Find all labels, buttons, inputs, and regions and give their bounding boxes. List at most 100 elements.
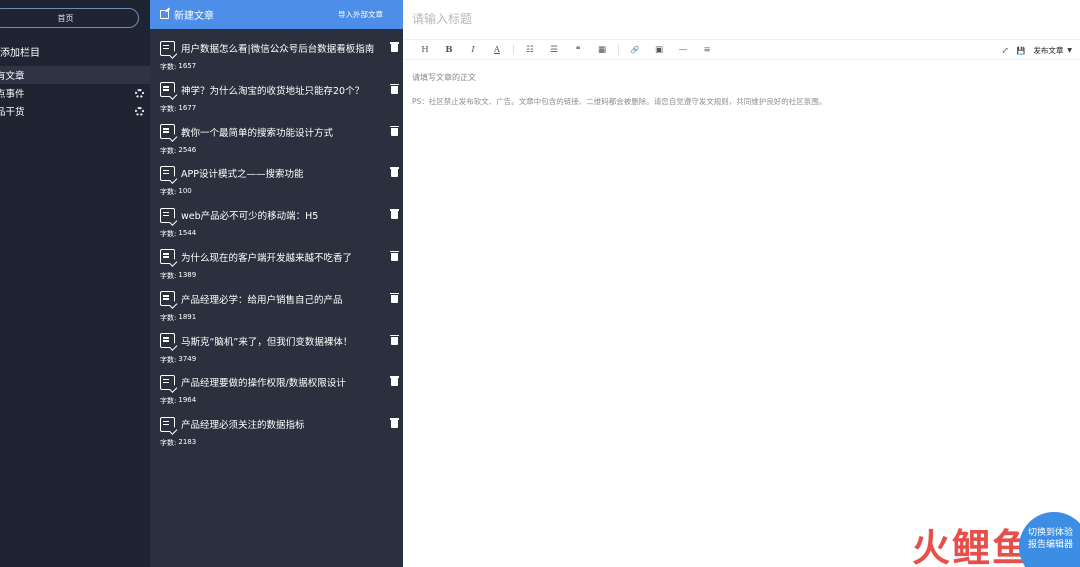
text-color-button[interactable]: A: [485, 45, 509, 55]
toolbar-divider: [618, 44, 619, 55]
word-count: 字数: 1657: [160, 62, 398, 72]
word-count-value: 1389: [178, 270, 197, 279]
column-item-articles[interactable]: 有文章: [0, 66, 150, 84]
column-list: 有文章 点事件 品干货: [0, 66, 150, 120]
column-label: 点事件: [0, 89, 25, 100]
trash-icon[interactable]: [390, 83, 399, 94]
article-item[interactable]: web产品必不可少的移动端：H5 字数: 1544: [150, 202, 403, 244]
article-title[interactable]: 马斯克“脑机”来了，但我们变数据裸体！: [181, 334, 385, 348]
document-edit-icon: [160, 416, 175, 432]
word-count: 字数: 3749: [160, 355, 398, 365]
document-edit-icon: [160, 374, 175, 390]
article-title[interactable]: web产品必不可少的移动端：H5: [181, 208, 385, 222]
article-title[interactable]: 为什么现在的客户端开发越来越不吃香了: [181, 250, 385, 264]
italic-button[interactable]: I: [461, 45, 485, 55]
save-icon[interactable]: 💾: [1017, 47, 1026, 55]
column-item-dry-goods[interactable]: 品干货: [0, 102, 150, 120]
article-row: 产品经理必须关注的数据指标: [160, 411, 399, 437]
import-article-link[interactable]: 导入外部文章: [338, 9, 383, 20]
trash-icon[interactable]: [390, 167, 399, 178]
article-list-header: 新建文章 导入外部文章: [150, 0, 403, 29]
align-icon[interactable]: ≡: [695, 45, 719, 55]
document-edit-icon: [160, 165, 175, 181]
trash-icon[interactable]: [390, 418, 399, 429]
article-item[interactable]: APP设计模式之——搜索功能 字数: 100: [150, 160, 403, 202]
trash-icon[interactable]: [390, 125, 399, 136]
document-edit-icon: [160, 249, 175, 265]
switch-editor-line1: 切换到体验: [1028, 528, 1074, 538]
article-title[interactable]: 产品经理必学：给用户销售自己的产品: [181, 292, 385, 306]
document-edit-icon: [160, 207, 175, 223]
column-sidebar: 首页 添加栏目 有文章 点事件 品干货: [0, 0, 150, 567]
article-item[interactable]: 教你一个最简单的搜索功能设计方式 字数: 2546: [150, 119, 403, 161]
article-title[interactable]: 产品经理必须关注的数据指标: [181, 417, 385, 431]
watermark-logo: 火鲤鱼: [912, 526, 1033, 567]
article-item[interactable]: 为什么现在的客户端开发越来越不吃香了字数: 1389: [150, 244, 403, 286]
heading-button[interactable]: H: [413, 45, 437, 55]
document-edit-icon: [160, 291, 175, 307]
column-item-events[interactable]: 点事件: [0, 84, 150, 102]
article-title[interactable]: 教你一个最简单的搜索功能设计方式: [181, 125, 385, 139]
article-row: 神学？为什么淘宝的收货地址只能存20个？: [160, 77, 399, 103]
editor-panel: H B I A ☷ ☰ ❝ ▦ 🔗 ▣ — ≡ ⤢ 💾 发布文章 ▼ 请填写文章…: [403, 0, 1080, 567]
publish-button[interactable]: 发布文章 ▼: [1033, 45, 1072, 56]
body-placeholder[interactable]: 请填写文章的正文: [412, 72, 476, 83]
word-count-prefix: 字数:: [160, 146, 177, 155]
chevron-down-icon: ▼: [1067, 47, 1072, 54]
article-item[interactable]: 用户数据怎么看|微信公众号后台数据看板指南字数: 1657: [150, 35, 403, 77]
article-title[interactable]: 神学？为什么淘宝的收货地址只能存20个？: [181, 83, 385, 97]
word-count-value: 1677: [178, 103, 197, 112]
unordered-list-icon[interactable]: ☰: [542, 45, 566, 55]
word-count: 字数: 1389: [160, 271, 398, 281]
trash-icon[interactable]: [390, 376, 399, 387]
horizontal-rule-icon[interactable]: —: [671, 45, 695, 55]
publish-label: 发布文章: [1033, 46, 1064, 55]
article-item[interactable]: 马斯克“脑机”来了，但我们变数据裸体！ 字数: 3749: [150, 328, 403, 370]
column-label: 品干货: [0, 107, 25, 118]
ordered-list-icon[interactable]: ☷: [518, 45, 542, 55]
trash-icon[interactable]: [390, 292, 399, 303]
article-title[interactable]: 用户数据怎么看|微信公众号后台数据看板指南: [181, 41, 385, 55]
gear-icon[interactable]: [135, 106, 144, 116]
word-count: 字数: 1891: [160, 313, 398, 323]
word-count-prefix: 字数:: [160, 188, 177, 197]
title-input[interactable]: [412, 10, 1072, 28]
home-button[interactable]: 首页: [0, 8, 139, 28]
new-article-label: 新建文章: [174, 11, 214, 22]
image-icon[interactable]: ▣: [647, 45, 671, 55]
gear-icon[interactable]: [135, 88, 144, 98]
add-column-button[interactable]: 添加栏目: [0, 44, 40, 59]
word-count-value: 1964: [178, 396, 197, 405]
word-count-prefix: 字数:: [160, 63, 177, 71]
article-row: 用户数据怎么看|微信公众号后台数据看板指南: [160, 35, 399, 61]
article-title[interactable]: 产品经理要做的操作权限/数据权限设计: [181, 375, 385, 389]
article-item[interactable]: 产品经理要做的操作权限/数据权限设计 字数: 1964: [150, 369, 403, 411]
trash-icon[interactable]: [390, 42, 399, 52]
word-count-value: 2546: [178, 145, 197, 154]
document-edit-icon: [160, 124, 175, 140]
switch-editor-line2: 报告编辑器: [1028, 540, 1074, 550]
article-row: 产品经理必学：给用户销售自己的产品: [160, 286, 399, 312]
word-count-value: 1544: [178, 229, 197, 238]
article-item[interactable]: 产品经理必须关注的数据指标字数: 2183: [150, 411, 403, 453]
bold-button[interactable]: B: [437, 45, 461, 55]
trash-icon[interactable]: [390, 250, 399, 261]
word-count: 字数: 2183: [160, 438, 398, 448]
expand-icon[interactable]: ⤢: [1002, 46, 1009, 56]
trash-icon[interactable]: [390, 334, 399, 345]
article-item[interactable]: 神学？为什么淘宝的收货地址只能存20个？ 字数: 1677: [150, 77, 403, 119]
article-row: web产品必不可少的移动端：H5: [160, 202, 399, 228]
quote-icon[interactable]: ❝: [566, 45, 590, 55]
word-count-prefix: 字数:: [160, 439, 177, 448]
trash-icon[interactable]: [390, 209, 399, 220]
article-list: 用户数据怎么看|微信公众号后台数据看板指南 字数: 1657 神学？为什么淘宝的收货地…: [150, 29, 403, 453]
article-item[interactable]: 产品经理必学：给用户销售自己的产品字数: 1891: [150, 286, 403, 328]
article-title[interactable]: APP设计模式之——搜索功能: [181, 166, 385, 180]
document-edit-icon: [160, 333, 175, 349]
new-article-button[interactable]: 新建文章: [160, 7, 214, 22]
word-count-prefix: 字数:: [160, 230, 177, 239]
table-icon[interactable]: ▦: [590, 45, 614, 55]
editor-toolbar: H B I A ☷ ☰ ❝ ▦ 🔗 ▣ — ≡ ⤢ 💾 发布文章 ▼: [403, 39, 1080, 60]
word-count-prefix: 字数:: [160, 355, 177, 364]
link-icon[interactable]: 🔗: [623, 46, 647, 54]
